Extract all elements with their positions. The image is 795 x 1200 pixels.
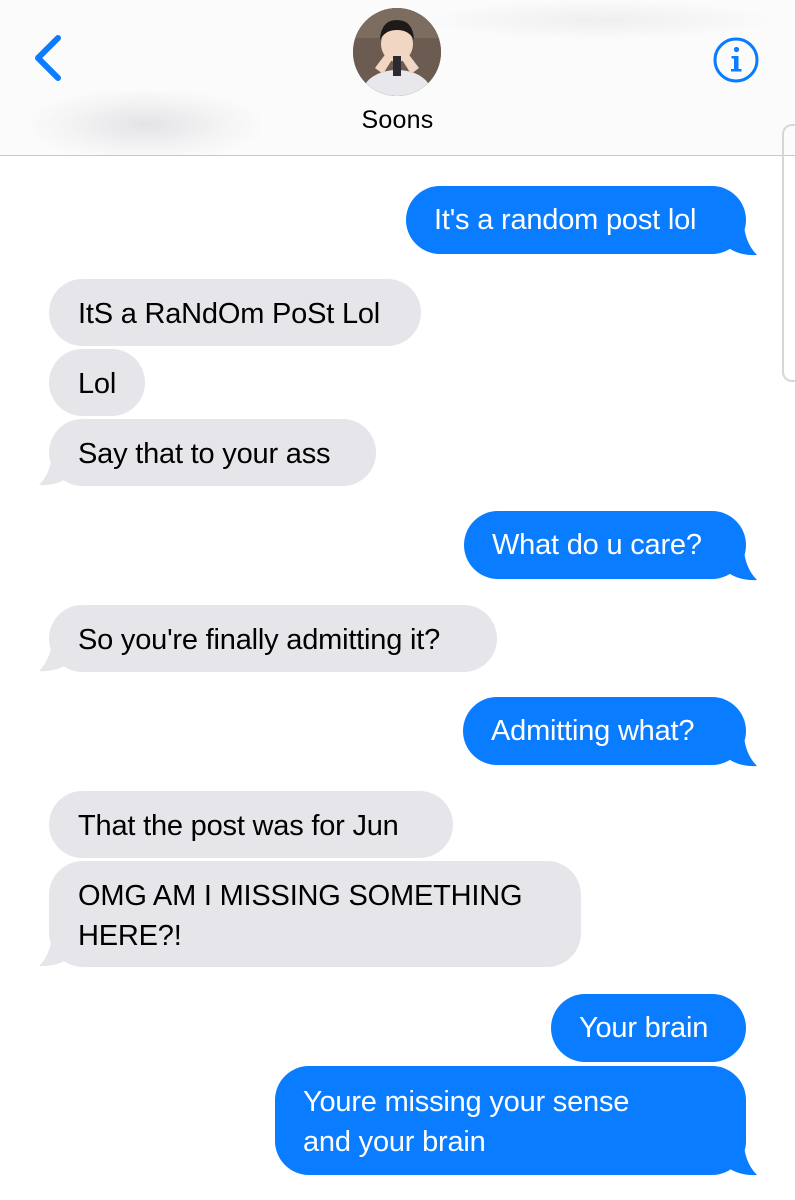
message-text: Lol [78,368,117,400]
received-bubble-tail [39,456,72,486]
message-text: It's a random post lol [434,204,697,236]
message-text: Your brain [579,1012,709,1044]
received-message[interactable]: So you're finally admitting it? [49,605,497,672]
message-text-line: OMG AM I MISSING SOMETHING [78,880,523,912]
message-text-line: HERE?! [78,920,182,952]
message-text: What do u care? [492,529,702,561]
header-blur-top [420,0,780,40]
info-button[interactable] [712,36,760,84]
message-text: So you're finally admitting it? [78,624,441,656]
message-text: Admitting what? [491,715,695,747]
received-message[interactable]: OMG AM I MISSING SOMETHING HERE?! [49,861,581,967]
sent-bubble-tail [724,226,757,256]
message-text-line: and your brain [303,1126,486,1158]
received-message[interactable]: Lol [49,349,145,416]
received-message[interactable]: Say that to your ass [49,419,376,486]
received-bubble-tail [39,642,72,672]
sent-bubble-tail [724,737,757,767]
sent-message[interactable]: It's a random post lol [406,186,746,254]
sent-message[interactable]: Your brain [551,994,746,1062]
sent-message[interactable]: Admitting what? [463,697,746,765]
received-message[interactable]: That the post was for Jun [49,791,453,858]
back-button[interactable] [28,32,68,84]
message-text: ItS a RaNdOm PoSt Lol [78,298,381,330]
scroll-indicator[interactable] [782,124,795,382]
received-bubble-tail [39,937,72,967]
sent-bubble-tail [724,551,757,581]
conversation-header: Soons [0,0,795,156]
info-icon [713,37,759,83]
contact-name[interactable]: Soons [0,106,795,135]
contact-avatar[interactable] [353,8,441,96]
sent-bubble-tail [724,1146,757,1176]
message-text: Say that to your ass [78,438,331,470]
received-message[interactable]: ItS a RaNdOm PoSt Lol [49,279,421,346]
message-text: That the post was for Jun [78,810,399,842]
avatar-photo [353,8,441,96]
sent-message[interactable]: What do u care? [464,511,746,579]
chevron-left-icon [35,35,61,81]
sent-message[interactable]: Youre missing your sense and your brain [275,1066,746,1175]
message-text-line: Youre missing your sense [303,1086,630,1118]
